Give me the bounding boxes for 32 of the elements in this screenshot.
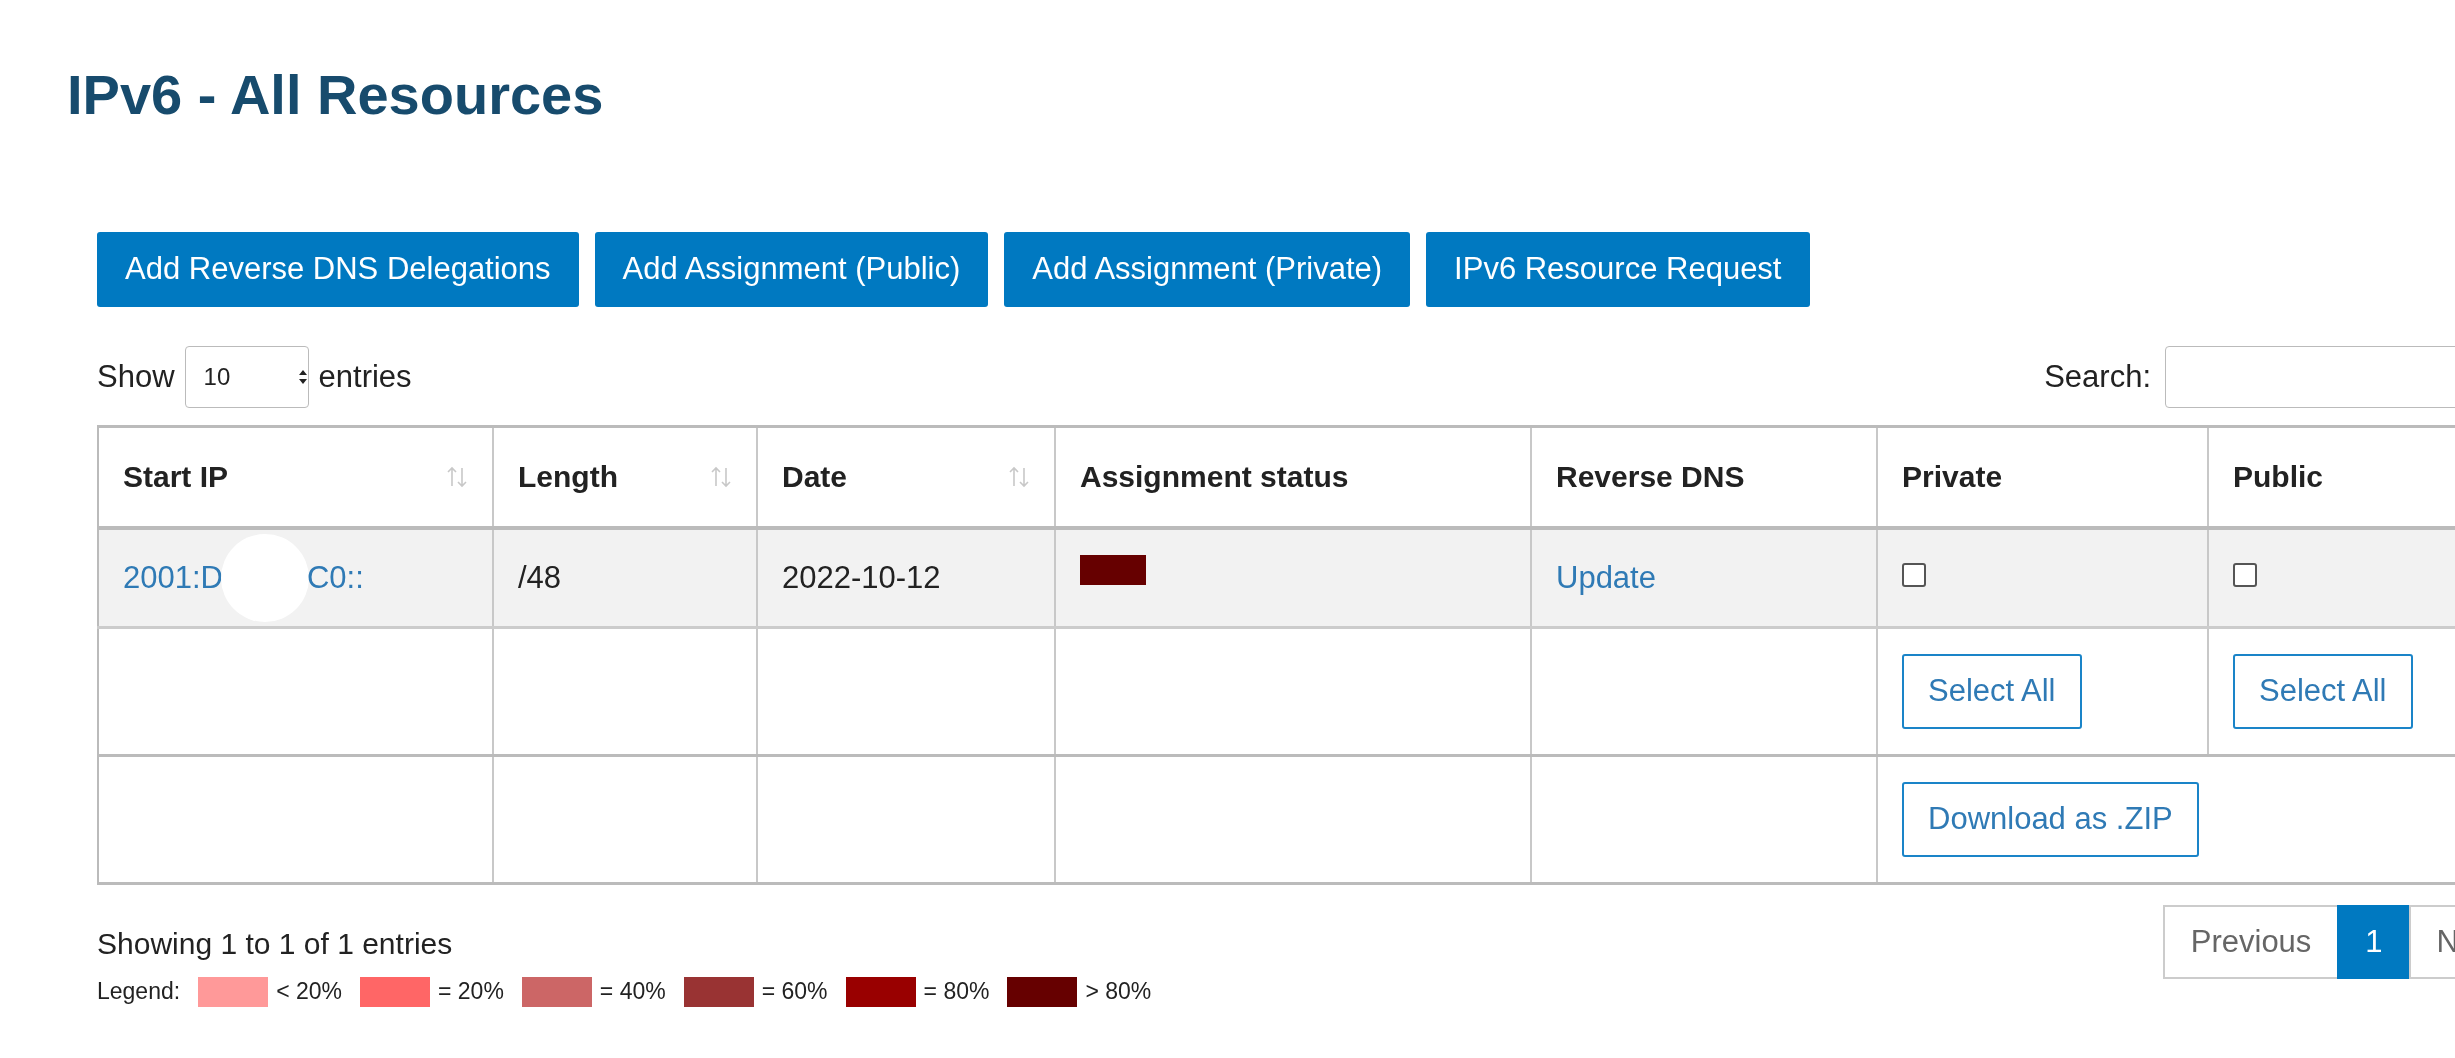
updown-icon [297, 368, 308, 385]
sort-icon [446, 465, 468, 488]
action-button[interactable]: IPv6 Resource Request [1426, 231, 1810, 307]
legend-text: = 60% [761, 978, 828, 1006]
update-link[interactable]: Update [1556, 559, 1656, 595]
download-button[interactable]: Download as .ZIP [1902, 781, 2199, 857]
checkbox[interactable] [2233, 563, 2257, 588]
sort-icon [710, 465, 732, 488]
legend-text: < 20% [276, 978, 342, 1006]
select-all-button[interactable]: Select All [2233, 653, 2413, 729]
table-cell: 2022-10-12 [757, 527, 1055, 628]
legend-text: = 20% [438, 978, 504, 1006]
legend-text: = 40% [599, 978, 666, 1006]
select-all-button[interactable]: Select All [1902, 653, 2082, 729]
checkbox[interactable] [1902, 563, 1926, 588]
legend-label: Legend: [97, 978, 181, 1006]
page-title: IPv6 - All Resources [67, 64, 605, 126]
action-button[interactable]: Add Assignment (Public) [594, 231, 989, 307]
search-label: Search: [2044, 358, 2151, 395]
action-button[interactable]: Add Assignment (Private) [1004, 231, 1411, 307]
entries-select[interactable]: 10 [184, 345, 309, 408]
page-button[interactable]: 1 [2337, 904, 2411, 979]
entries-label: entries [318, 358, 412, 395]
action-button[interactable]: Add Reverse DNS Delegations [97, 231, 579, 307]
legend-text: = 80% [923, 978, 990, 1006]
sort-icon [1008, 465, 1030, 488]
entries-info: Showing 1 to 1 of 1 entries [97, 926, 454, 961]
show-label: Show [97, 358, 175, 395]
page-button[interactable]: Previous [2162, 904, 2340, 979]
legend-text: > 80% [1085, 978, 1152, 1006]
search-field[interactable] [2165, 345, 2455, 408]
table-cell: /48 [493, 527, 757, 628]
